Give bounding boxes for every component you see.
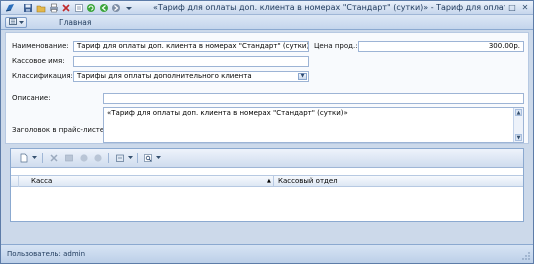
back-icon[interactable]: [99, 3, 109, 13]
column-header-cash-department[interactable]: Кассовый отдел: [273, 176, 523, 187]
classification-value: Тарифы для оплаты дополнительного клиент…: [77, 72, 252, 80]
toolbar-separator: [108, 153, 109, 163]
export-dropdown-icon[interactable]: [126, 152, 134, 164]
scroll-up-icon[interactable]: ▲: [515, 109, 522, 116]
pricelist-header-field[interactable]: «Тариф для оплаты доп. клиента в номерах…: [103, 107, 524, 143]
search-dropdown-icon[interactable]: [154, 152, 162, 164]
maximize-button[interactable]: □: [506, 2, 518, 13]
app-logo-icon: [5, 3, 15, 13]
description-field[interactable]: [103, 93, 524, 104]
edit-row-icon[interactable]: [62, 152, 75, 164]
forward-icon[interactable]: [111, 3, 121, 13]
chevron-down-icon: [18, 19, 24, 27]
export-icon[interactable]: [113, 152, 126, 164]
properties-icon[interactable]: [74, 3, 84, 13]
resize-grip-icon[interactable]: [522, 252, 530, 260]
pricelist-header-label: Заголовок в прайс-листе:: [12, 126, 107, 134]
column-header-cash-label: Касса: [31, 177, 53, 185]
name-label: Наименование:: [12, 42, 69, 50]
close-button[interactable]: ✕: [519, 2, 531, 13]
print-icon[interactable]: [49, 3, 59, 13]
title-bar: «Тариф для оплаты доп. клиента в номерах…: [1, 1, 533, 15]
cash-name-field[interactable]: [73, 56, 309, 67]
open-icon[interactable]: [36, 3, 46, 13]
description-label: Описание:: [12, 94, 51, 102]
app-menu-icon: [8, 18, 17, 27]
customize-toolbar-icon[interactable]: [124, 3, 134, 13]
chevron-down-icon[interactable]: ▼: [298, 73, 307, 80]
add-row-dropdown-icon[interactable]: [30, 152, 38, 164]
tab-main[interactable]: Главная: [59, 17, 91, 29]
cash-grid-panel: Касса ▲ Кассовый отдел: [10, 148, 524, 222]
vertical-scrollbar[interactable]: ▲ ▼: [513, 108, 523, 142]
move-up-icon[interactable]: [77, 152, 90, 164]
scroll-down-icon[interactable]: ▼: [515, 134, 522, 141]
classification-select[interactable]: Тарифы для оплаты дополнительного клиент…: [73, 71, 309, 82]
column-header-cash-department-label: Кассовый отдел: [278, 177, 338, 185]
window-title: «Тариф для оплаты доп. клиента в номерах…: [153, 3, 505, 12]
minimize-button[interactable]: –: [493, 2, 505, 13]
column-header-cash[interactable]: Касса: [31, 176, 273, 187]
search-icon[interactable]: [141, 152, 154, 164]
grid-body: [11, 187, 523, 221]
cash-name-label: Кассовое имя:: [12, 57, 65, 65]
add-row-button[interactable]: [17, 152, 30, 164]
status-bar: Пользователь: admin: [1, 244, 533, 263]
grid-toolbar: [11, 149, 523, 168]
ribbon-bar: Главная: [1, 15, 533, 30]
save-icon[interactable]: [23, 3, 33, 13]
move-down-icon[interactable]: [91, 152, 104, 164]
refresh-icon[interactable]: [86, 3, 96, 13]
app-window: «Тариф для оплаты доп. клиента в номерах…: [0, 0, 534, 264]
row-indicator-header: [11, 176, 19, 187]
delete-row-icon[interactable]: [47, 152, 60, 164]
toolbar-separator: [42, 153, 43, 163]
grid-header: Касса ▲ Кассовый отдел: [11, 175, 523, 187]
price-field[interactable]: 300.00р.: [358, 41, 524, 52]
toolbar-separator: [137, 153, 138, 163]
price-label: Цена прод.:: [314, 42, 358, 50]
name-field[interactable]: Тариф для оплаты доп. клиента в номерах …: [73, 41, 309, 52]
delete-icon[interactable]: [61, 3, 71, 13]
pricelist-header-text: «Тариф для оплаты доп. клиента в номерах…: [107, 109, 348, 117]
item-form: Наименование: Тариф для оплаты доп. клие…: [5, 32, 529, 144]
classification-label: Классификация:: [12, 72, 73, 80]
app-menu-button[interactable]: [5, 17, 27, 28]
current-user: Пользователь: admin: [7, 250, 86, 258]
